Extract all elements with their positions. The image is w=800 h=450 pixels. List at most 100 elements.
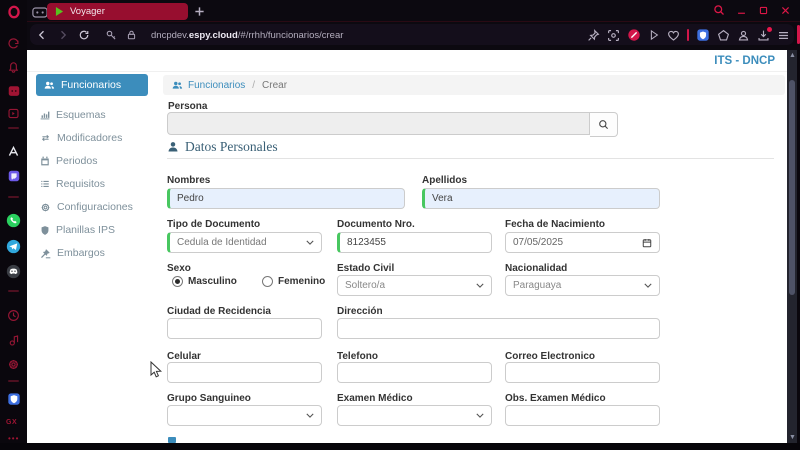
- sidebar-item-label: Requisitos: [56, 178, 106, 190]
- speed-dial-icon[interactable]: [5, 35, 22, 52]
- new-tab-button[interactable]: [194, 6, 205, 17]
- examen-medico-select[interactable]: [337, 405, 492, 426]
- telegram-icon[interactable]: [5, 238, 22, 255]
- radio-button-unchecked[interactable]: [262, 276, 273, 287]
- radio-label: Femenino: [278, 276, 326, 287]
- exchange-icon: [41, 134, 50, 142]
- fecha-nacimiento-input[interactable]: 07/05/2025: [505, 232, 660, 253]
- grupo-sanguineo-select[interactable]: [167, 405, 322, 426]
- persona-label: Persona: [168, 101, 208, 112]
- apellidos-input[interactable]: [422, 188, 660, 209]
- browser-sidebar-rail: GX •••: [0, 0, 27, 450]
- gx-logo: GX: [6, 419, 18, 426]
- sexo-radio-masculino[interactable]: Masculino: [172, 276, 237, 287]
- telefono-input[interactable]: [337, 362, 492, 383]
- lock-icon[interactable]: [126, 29, 137, 41]
- settings-icon[interactable]: [5, 356, 22, 373]
- tipo-documento-value: Cedula de Identidad: [177, 237, 267, 248]
- discord-icon[interactable]: [5, 263, 22, 280]
- sidebar-item-requisitos[interactable]: Requisitos: [40, 176, 105, 192]
- nacionalidad-value: Paraguaya: [513, 280, 562, 291]
- gx-corner-icon[interactable]: [5, 82, 22, 99]
- rail-divider: [8, 127, 19, 129]
- key-icon[interactable]: [105, 29, 117, 41]
- reload-icon[interactable]: [78, 29, 90, 41]
- menu-icon[interactable]: [777, 29, 790, 42]
- correo-input[interactable]: [505, 362, 660, 383]
- snapshot-icon[interactable]: [607, 29, 620, 42]
- browser-search-icon[interactable]: [713, 4, 725, 16]
- breadcrumb-funcionarios-link[interactable]: Funcionarios: [172, 80, 245, 91]
- documento-nro-input[interactable]: [337, 232, 492, 253]
- list-icon: [41, 180, 49, 187]
- browser-tab[interactable]: Voyager: [47, 3, 188, 20]
- chevron-down-icon: [476, 413, 484, 418]
- twitch-icon[interactable]: [5, 167, 22, 184]
- persona-input[interactable]: [167, 112, 590, 135]
- rail-divider: [8, 196, 19, 198]
- sidebar-item-periodos[interactable]: Periodos: [40, 153, 97, 169]
- section-title: Datos Personales: [185, 139, 278, 154]
- shield-extension-icon[interactable]: [5, 390, 22, 407]
- account-icon[interactable]: [737, 29, 750, 42]
- mods-icon[interactable]: [5, 105, 22, 122]
- telefono-label: Telefono: [337, 351, 378, 362]
- nombres-input[interactable]: [167, 188, 405, 209]
- pentagon-extension-icon[interactable]: [717, 29, 730, 42]
- scrollbar-down-arrow[interactable]: ▼: [789, 434, 796, 441]
- sexo-radio-femenino[interactable]: Femenino: [262, 276, 325, 287]
- tabbar-divider: [27, 21, 800, 22]
- close-button[interactable]: [780, 5, 791, 16]
- notifications-icon[interactable]: [5, 58, 22, 75]
- direccion-input[interactable]: [337, 318, 660, 339]
- rail-overflow-icon[interactable]: •••: [8, 434, 19, 443]
- back-icon[interactable]: [36, 29, 48, 41]
- obs-examen-medico-input[interactable]: [505, 405, 660, 426]
- sidebar-item-planillas-ips[interactable]: Planillas IPS: [40, 222, 115, 238]
- estado-civil-select[interactable]: Soltero/a: [337, 275, 492, 296]
- heart-icon[interactable]: [667, 29, 680, 42]
- navbar-divider: [27, 71, 787, 72]
- scrollbar-up-arrow[interactable]: ▲: [789, 52, 796, 59]
- ciudad-residencia-input[interactable]: [167, 318, 322, 339]
- nombres-label: Nombres: [167, 175, 211, 186]
- player-icon[interactable]: [5, 332, 22, 349]
- history-icon[interactable]: [5, 307, 22, 324]
- estado-civil-label: Estado Civil: [337, 263, 395, 274]
- forward-icon[interactable]: [57, 29, 69, 41]
- workspace-icon[interactable]: [31, 4, 48, 21]
- vpn-badge-icon[interactable]: [627, 28, 641, 42]
- users-icon: [44, 81, 55, 89]
- sidebar-item-label: Periodos: [56, 155, 98, 167]
- celular-input[interactable]: [167, 362, 322, 383]
- browser-window: GX ••• Voyager dncpdev.espy.cloud/#/rrhh…: [0, 0, 800, 450]
- downloads-icon[interactable]: [757, 26, 772, 42]
- search-icon: [599, 120, 609, 130]
- window-bottom-edge: [0, 443, 800, 450]
- opera-logo-icon[interactable]: [5, 3, 22, 20]
- mouse-cursor: [150, 361, 162, 379]
- radio-button-checked[interactable]: [172, 276, 183, 287]
- url-text[interactable]: dncpdev.espy.cloud/#/rrhh/funcionarios/c…: [151, 30, 343, 41]
- maximize-button[interactable]: [758, 5, 769, 16]
- minimize-button[interactable]: [736, 5, 747, 16]
- persona-search-button[interactable]: [590, 112, 618, 137]
- nacionalidad-select[interactable]: Paraguaya: [505, 275, 660, 296]
- pin-icon[interactable]: [587, 28, 600, 42]
- aria-ai-icon[interactable]: [5, 143, 22, 160]
- chevron-down-icon: [644, 283, 652, 288]
- whatsapp-icon[interactable]: [5, 212, 22, 229]
- tipo-documento-select[interactable]: Cedula de Identidad: [167, 232, 322, 253]
- sidebar-item-funcionarios[interactable]: Funcionarios: [36, 74, 148, 96]
- sidebar-play-icon[interactable]: [648, 29, 660, 41]
- sidebar-item-embargos[interactable]: Embargos: [40, 245, 105, 261]
- sidebar-item-modificadores[interactable]: Modificadores: [40, 130, 122, 146]
- scrollbar-thumb[interactable]: [789, 80, 795, 295]
- password-extension-icon[interactable]: [696, 28, 710, 42]
- breadcrumb-root-label: Funcionarios: [188, 79, 246, 91]
- grupo-sanguineo-label: Grupo Sanguineo: [167, 393, 251, 404]
- sidebar-item-configuraciones[interactable]: Configuraciones: [40, 199, 133, 215]
- section-divider: [167, 158, 774, 159]
- sidebar-item-esquemas[interactable]: Esquemas: [40, 107, 106, 123]
- app-brand: ITS - DNCP: [714, 55, 775, 67]
